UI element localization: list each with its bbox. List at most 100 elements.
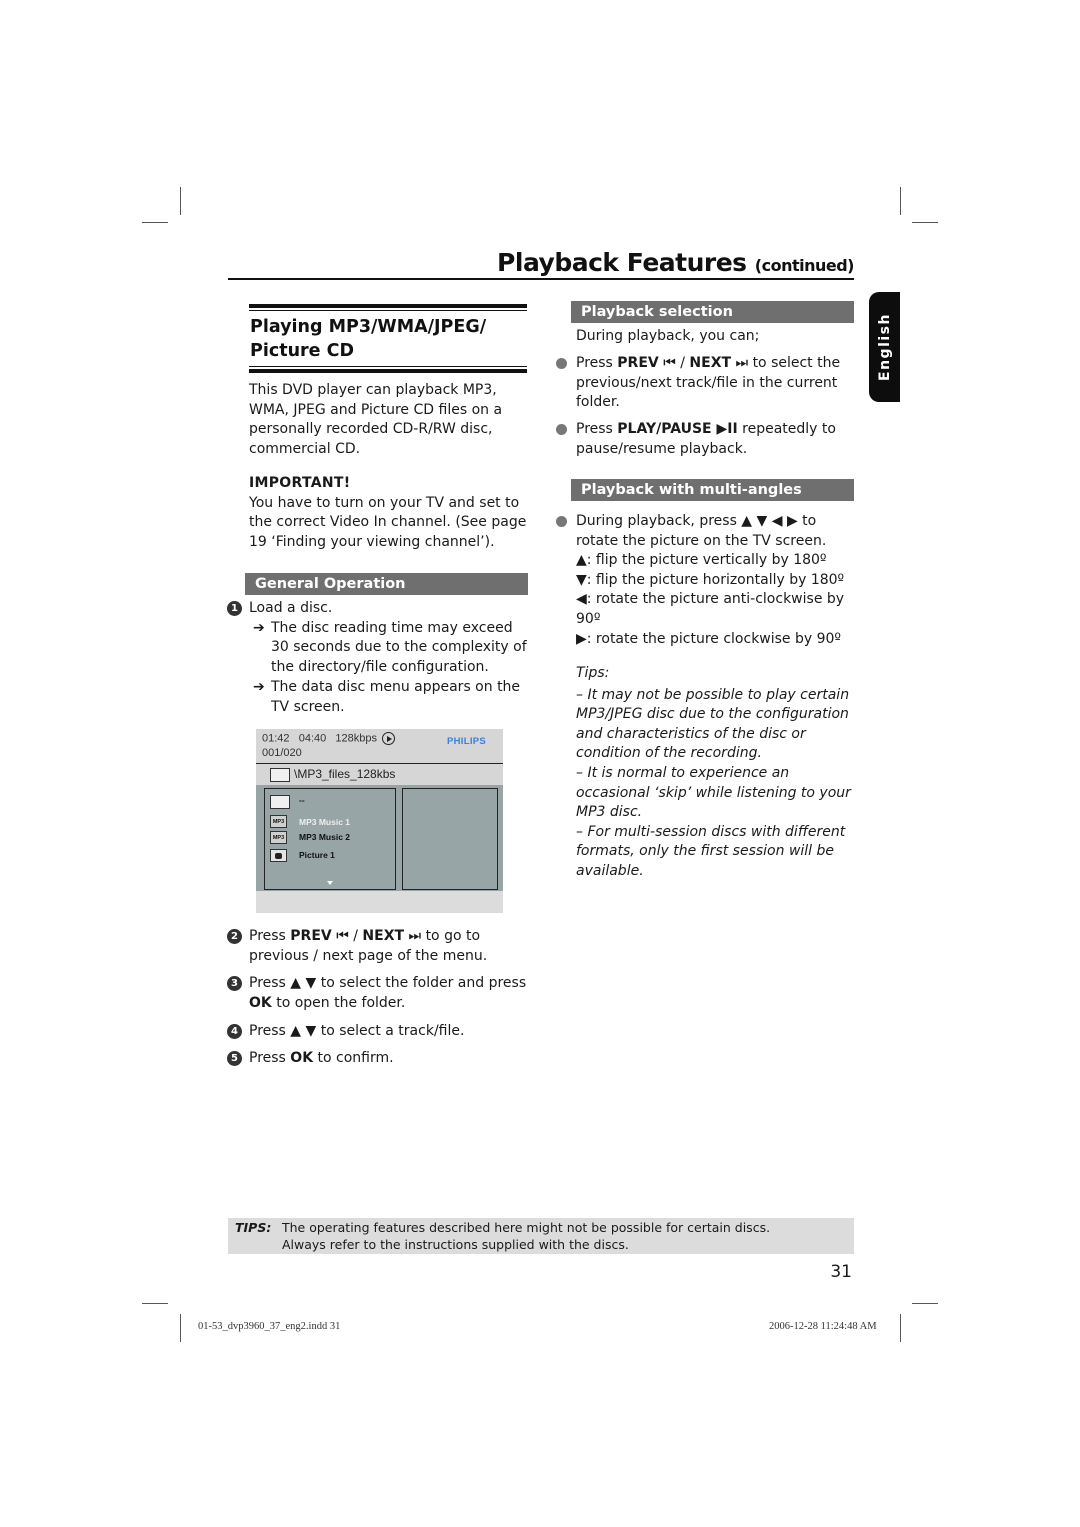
section-rule-bottom <box>249 366 527 373</box>
folder-icon <box>270 795 290 809</box>
section-title-line1: Playing MP3/WMA/JPEG/ <box>250 317 487 337</box>
angle-line-left: ◀: rotate the picture anti-clockwise by … <box>576 591 845 627</box>
next-icon: ⏭ <box>404 928 426 944</box>
step-text: Load a disc. <box>249 600 333 616</box>
crop-mark <box>900 1314 901 1342</box>
step-text: to confirm. <box>313 1050 394 1066</box>
step-4: 4 Press ▲ ▼ to select a track/file. <box>227 1022 531 1042</box>
step-note-text: The disc reading time may exceed 30 seco… <box>271 619 527 675</box>
bottom-tips-box: TIPS: The operating features described h… <box>228 1218 854 1254</box>
prev-icon: ⏮ / <box>658 355 690 371</box>
section-rule-top <box>249 304 527 311</box>
brand-logo: PHILIPS <box>447 736 487 747</box>
intro-text: This DVD player can playback MP3, WMA, J… <box>249 382 503 457</box>
crop-mark <box>180 1314 181 1342</box>
bullet-icon <box>556 358 567 369</box>
crop-mark <box>912 1303 938 1304</box>
step-2: 2 Press PREV ⏮ / NEXT ⏭ to go to previou… <box>227 927 531 966</box>
tv-folder-path: \MP3_files_128kbs <box>256 765 503 785</box>
step-number: 1 <box>227 601 242 616</box>
angle-line-right: ▶: rotate the picture clockwise by 90º <box>576 630 842 647</box>
intro-paragraph: This DVD player can playback MP3, WMA, J… <box>249 381 531 459</box>
mp3-file-icon: MP3 <box>270 831 287 844</box>
next-key-label: NEXT <box>362 928 405 944</box>
crop-mark <box>912 222 938 223</box>
language-tab-label: English <box>876 313 893 381</box>
next-key-label: NEXT <box>689 355 732 371</box>
tip-item: – For multi-session discs with different… <box>576 823 846 879</box>
tips-text: The operating features described here mi… <box>282 1219 770 1253</box>
step-text: Press ▲ ▼ to select a track/file. <box>249 1023 465 1039</box>
tips-label: TIPS: <box>235 1220 272 1235</box>
bullet-icon <box>556 516 567 527</box>
arrow-icon: ➔ <box>253 679 265 696</box>
page-number: 31 <box>830 1262 852 1282</box>
section-title-line2: Picture CD <box>250 341 354 361</box>
bullet-text: Press <box>576 421 618 437</box>
tips-title: Tips: <box>576 665 610 681</box>
step-5: 5 Press OK to confirm. <box>227 1049 531 1069</box>
important-block: IMPORTANT! You have to turn on your TV a… <box>249 474 531 552</box>
playback-intro: During playback, you can; <box>576 328 760 344</box>
page-title-text: Playback Features <box>497 248 747 277</box>
step-1: 1 Load a disc. ➔ The disc reading time m… <box>227 599 531 718</box>
total-time: 04:40 <box>298 732 327 745</box>
title-rule <box>228 278 854 280</box>
tv-bottom-bar <box>256 891 503 913</box>
picture-file-icon <box>270 849 287 862</box>
play-pause-key-label: PLAY/PAUSE ▶II <box>617 421 738 437</box>
prev-key-label: PREV <box>290 928 332 944</box>
tips-block: Tips: – It may not be possible to play c… <box>576 664 858 882</box>
language-tab: English <box>869 292 900 402</box>
bitrate: 128kbps <box>335 732 377 745</box>
play-icon <box>382 732 396 745</box>
footer-filename: 01-53_dvp3960_37_eng2.indd 31 <box>198 1321 341 1332</box>
multi-angle-bar: Playback with multi-angles (JPEG) <box>571 479 854 520</box>
tip-item: – It may not be possible to play certain… <box>576 686 850 762</box>
crop-mark <box>142 222 168 223</box>
file-list-item[interactable]: Picture 1 <box>299 850 335 860</box>
step-number: 5 <box>227 1051 242 1066</box>
prev-icon: ⏮ / <box>331 928 363 944</box>
step-note: ➔ The data disc menu appears on the TV s… <box>249 678 531 717</box>
file-list-item[interactable]: -- <box>299 795 305 805</box>
file-list-item-selected[interactable]: MP3 Music 1 <box>299 817 350 827</box>
tv-status-bar: 01:42 04:40 128kbps 001/020 PHILIPS <box>256 729 503 764</box>
bullet-prev-next: Press PREV ⏮ / NEXT ⏭ to select the prev… <box>556 354 858 413</box>
playback-selection-bar: Playback selection <box>571 301 854 323</box>
scroll-down-icon[interactable] <box>327 881 333 885</box>
tips-line: Always refer to the instructions supplie… <box>282 1237 629 1252</box>
step-note: ➔ The disc reading time may exceed 30 se… <box>249 619 531 678</box>
file-list-item[interactable]: MP3 Music 2 <box>299 832 350 842</box>
step-text: Press <box>249 928 291 944</box>
tip-item: – It is normal to experience an occasion… <box>576 764 851 821</box>
elapsed-time: 01:42 <box>262 732 290 745</box>
next-icon: ⏭ <box>731 355 753 371</box>
tv-screen-illustration: 01:42 04:40 128kbps 001/020 PHILIPS \MP3… <box>256 729 503 913</box>
prev-key-label: PREV <box>617 355 659 371</box>
step-number: 4 <box>227 1024 242 1039</box>
general-operation-title: General Operation <box>255 576 406 592</box>
important-text: You have to turn on your TV and set to t… <box>249 494 527 550</box>
playback-selection-title: Playback selection <box>581 304 733 320</box>
section-title: Playing MP3/WMA/JPEG/ Picture CD <box>250 315 486 363</box>
bullet-text: Press <box>576 355 618 371</box>
step-text: to open the folder. <box>271 994 406 1011</box>
footer-timestamp: 2006-12-28 11:24:48 AM <box>769 1321 877 1332</box>
ok-key-label: OK <box>290 1050 314 1066</box>
crop-mark <box>900 187 901 215</box>
arrow-icon: ➔ <box>253 619 265 636</box>
mp3-file-icon: MP3 <box>270 815 287 828</box>
important-label: IMPORTANT! <box>249 475 351 491</box>
bullet-play-pause: Press PLAY/PAUSE ▶II repeatedly to pause… <box>556 420 858 459</box>
preview-pane <box>402 788 498 890</box>
bullet-icon <box>556 424 567 435</box>
track-count: 001/020 <box>262 747 302 759</box>
multi-angle-block: During playback, press ▲ ▼ ◀ ▶ to rotate… <box>556 512 858 649</box>
step-text: Press ▲ ▼ to select the folder and press <box>249 975 527 991</box>
tv-time-readout: 01:42 04:40 128kbps <box>262 732 396 745</box>
tips-line: The operating features described here mi… <box>282 1220 771 1235</box>
page-title-suffix: (continued) <box>754 256 855 275</box>
tv-browser-panel: -- MP3 MP3 Music 1 MP3 MP3 Music 2 Pictu… <box>256 785 503 891</box>
step-note-text: The data disc menu appears on the TV scr… <box>271 679 521 715</box>
